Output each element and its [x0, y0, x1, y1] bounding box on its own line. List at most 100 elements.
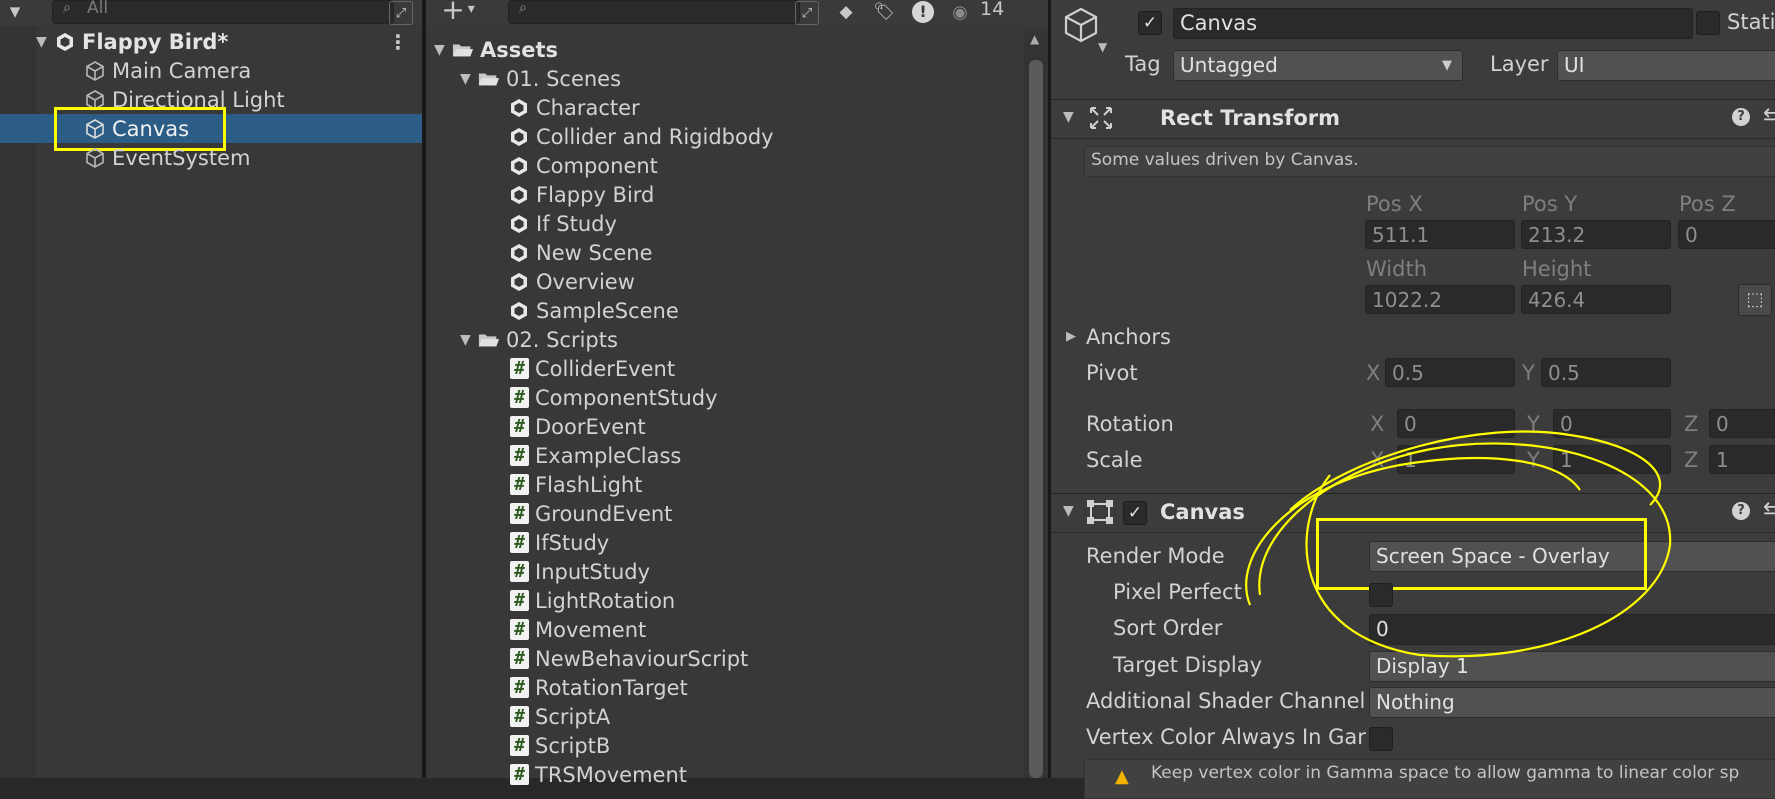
scene-asset-row[interactable]: Character	[508, 93, 640, 122]
canvas-component-icon	[1087, 500, 1113, 529]
script-asset-row[interactable]: # GroundEvent	[510, 499, 672, 528]
filter-by-label-icon[interactable]: 🏷	[867, 0, 901, 24]
gameobject-icon	[1062, 6, 1100, 51]
gameobject-icon-dropdown-icon[interactable]: ▼	[1098, 40, 1107, 54]
canvas-enabled-checkbox[interactable]: ✓	[1123, 501, 1147, 525]
scene-root-row[interactable]: ▼ Flappy Bird*	[36, 27, 228, 56]
pos-y-field[interactable]: 213.2	[1521, 220, 1671, 249]
csharp-script-icon: #	[510, 561, 529, 582]
folder-row-assets[interactable]: ▼ Assets	[434, 35, 558, 64]
create-dropdown-icon[interactable]: ▾	[0, 0, 30, 23]
script-asset-label: IfStudy	[535, 530, 610, 555]
sort-order-label: Sort Order	[1113, 616, 1223, 640]
static-checkbox[interactable]	[1696, 11, 1720, 35]
csharp-script-icon: #	[510, 416, 529, 437]
active-checkbox[interactable]: ✓	[1138, 11, 1162, 35]
hierarchy-search-input[interactable]: ⌕ All	[52, 0, 394, 24]
scene-asset-row[interactable]: Component	[508, 151, 658, 180]
scale-z-field[interactable]: 1	[1709, 445, 1775, 474]
rotation-z-field[interactable]: 0	[1709, 409, 1775, 438]
folder-row-scenes[interactable]: ▼ 01. Scenes	[460, 64, 621, 93]
component-settings-icon[interactable]: ⇆	[1763, 104, 1775, 129]
search-options-icon[interactable]: ⤢	[389, 1, 413, 25]
pos-z-field[interactable]: 0	[1678, 220, 1775, 249]
pivot-x-field[interactable]: 0.5	[1385, 358, 1515, 387]
expand-arrow-icon[interactable]: ▼	[460, 332, 478, 348]
script-asset-row[interactable]: # ScriptA	[510, 702, 610, 731]
unity-scene-icon	[508, 300, 530, 322]
driven-values-note: Some values driven by Canvas.	[1084, 146, 1775, 177]
expand-arrow-icon[interactable]: ▼	[434, 42, 452, 58]
shader-channel-value: Nothing	[1376, 690, 1455, 714]
script-asset-row[interactable]: # Movement	[510, 615, 646, 644]
tag-dropdown[interactable]: Untagged ▼	[1173, 50, 1463, 81]
project-panel: + ▾ ⌕ ⤢ ◆ 🏷 ! ◉ 14 ▲ ▼ Assets ▼ 01. Scene…	[426, 0, 1048, 787]
hierarchy-item[interactable]: Main Camera	[84, 56, 251, 85]
scene-asset-row[interactable]: New Scene	[508, 238, 653, 267]
component-title: Rect Transform	[1160, 106, 1341, 130]
scene-asset-row[interactable]: Flappy Bird	[508, 180, 654, 209]
rect-transform-header[interactable]: ▼ Rect Transform ? ⇆	[1051, 99, 1775, 139]
search-options-icon[interactable]: ⤢	[795, 1, 819, 25]
anchors-expand-arrow-icon[interactable]: ▶	[1066, 329, 1076, 344]
scroll-up-arrow-icon[interactable]: ▲	[1030, 32, 1039, 46]
script-asset-label: ExampleClass	[535, 443, 682, 468]
warning-icon: ▲	[1115, 766, 1129, 787]
script-asset-row[interactable]: # IfStudy	[510, 528, 609, 557]
script-asset-row[interactable]: # ScriptB	[510, 731, 610, 760]
script-asset-row[interactable]: # ColliderEvent	[510, 354, 675, 383]
script-asset-row[interactable]: # InputStudy	[510, 557, 650, 586]
scene-menu-icon[interactable]: ⋮	[388, 30, 408, 54]
scrollbar-thumb[interactable]	[1029, 60, 1043, 778]
height-label: Height	[1522, 257, 1592, 281]
height-field[interactable]: 426.4	[1521, 285, 1671, 314]
scene-asset-row[interactable]: Collider and Rigidbody	[508, 122, 774, 151]
pos-z-label: Pos Z	[1679, 192, 1736, 216]
pivot-label: Pivot	[1086, 361, 1138, 385]
help-icon[interactable]: ?	[1732, 108, 1750, 126]
anchors-label[interactable]: Anchors	[1086, 325, 1171, 349]
csharp-script-icon: #	[510, 706, 529, 727]
scene-asset-row[interactable]: SampleScene	[508, 296, 679, 325]
script-asset-row[interactable]: # ComponentStudy	[510, 383, 718, 412]
add-asset-button[interactable]: + ▾	[434, 0, 482, 26]
component-settings-icon[interactable]: ⇆	[1763, 498, 1775, 523]
project-scrollbar[interactable]: ▲	[1024, 30, 1048, 778]
scene-asset-row[interactable]: Overview	[508, 267, 635, 296]
script-asset-row[interactable]: # DoorEvent	[510, 412, 646, 441]
width-field[interactable]: 1022.2	[1365, 285, 1515, 314]
scene-asset-label: If Study	[536, 211, 617, 236]
collapse-arrow-icon[interactable]: ▼	[1063, 503, 1074, 519]
unity-scene-icon	[54, 31, 76, 53]
folder-label: Assets	[480, 37, 559, 62]
expand-arrow-icon[interactable]: ▼	[460, 71, 478, 87]
shader-channel-dropdown[interactable]: Nothing	[1369, 687, 1775, 718]
script-asset-row[interactable]: # NewBehaviourScript	[510, 644, 748, 673]
filter-by-type-icon[interactable]: ◆	[829, 0, 863, 24]
log-type-icon[interactable]: !	[906, 0, 940, 24]
csharp-script-icon: #	[510, 358, 529, 379]
collapse-arrow-icon[interactable]: ▼	[1063, 109, 1074, 125]
pos-x-field[interactable]: 511.1	[1365, 220, 1515, 249]
hidden-packages-eye-icon[interactable]: ◉	[943, 0, 977, 24]
script-asset-row[interactable]: # ExampleClass	[510, 441, 681, 470]
hierarchy-item[interactable]: EventSystem	[84, 143, 250, 172]
script-asset-row[interactable]: # TRSMovement	[510, 760, 687, 789]
object-name-input[interactable]: Canvas	[1173, 8, 1693, 39]
blueprint-mode-button[interactable]: ⬚	[1738, 284, 1772, 316]
unity-scene-icon	[508, 155, 530, 177]
help-icon[interactable]: ?	[1732, 502, 1750, 520]
gameobject-cube-icon	[84, 147, 106, 169]
folder-open-icon	[478, 329, 500, 351]
csharp-script-icon: #	[510, 648, 529, 669]
layer-dropdown[interactable]: UI	[1557, 50, 1775, 81]
script-asset-row[interactable]: # FlashLight	[510, 470, 642, 499]
pivot-y-field[interactable]: 0.5	[1541, 358, 1671, 387]
scene-asset-row[interactable]: If Study	[508, 209, 617, 238]
vertex-color-checkbox[interactable]	[1369, 727, 1393, 751]
project-search-input[interactable]: ⌕	[508, 0, 800, 24]
script-asset-row[interactable]: # LightRotation	[510, 586, 675, 615]
script-asset-row[interactable]: # RotationTarget	[510, 673, 688, 702]
folder-row-scripts[interactable]: ▼ 02. Scripts	[460, 325, 618, 354]
expand-arrow-icon[interactable]: ▼	[36, 34, 54, 50]
